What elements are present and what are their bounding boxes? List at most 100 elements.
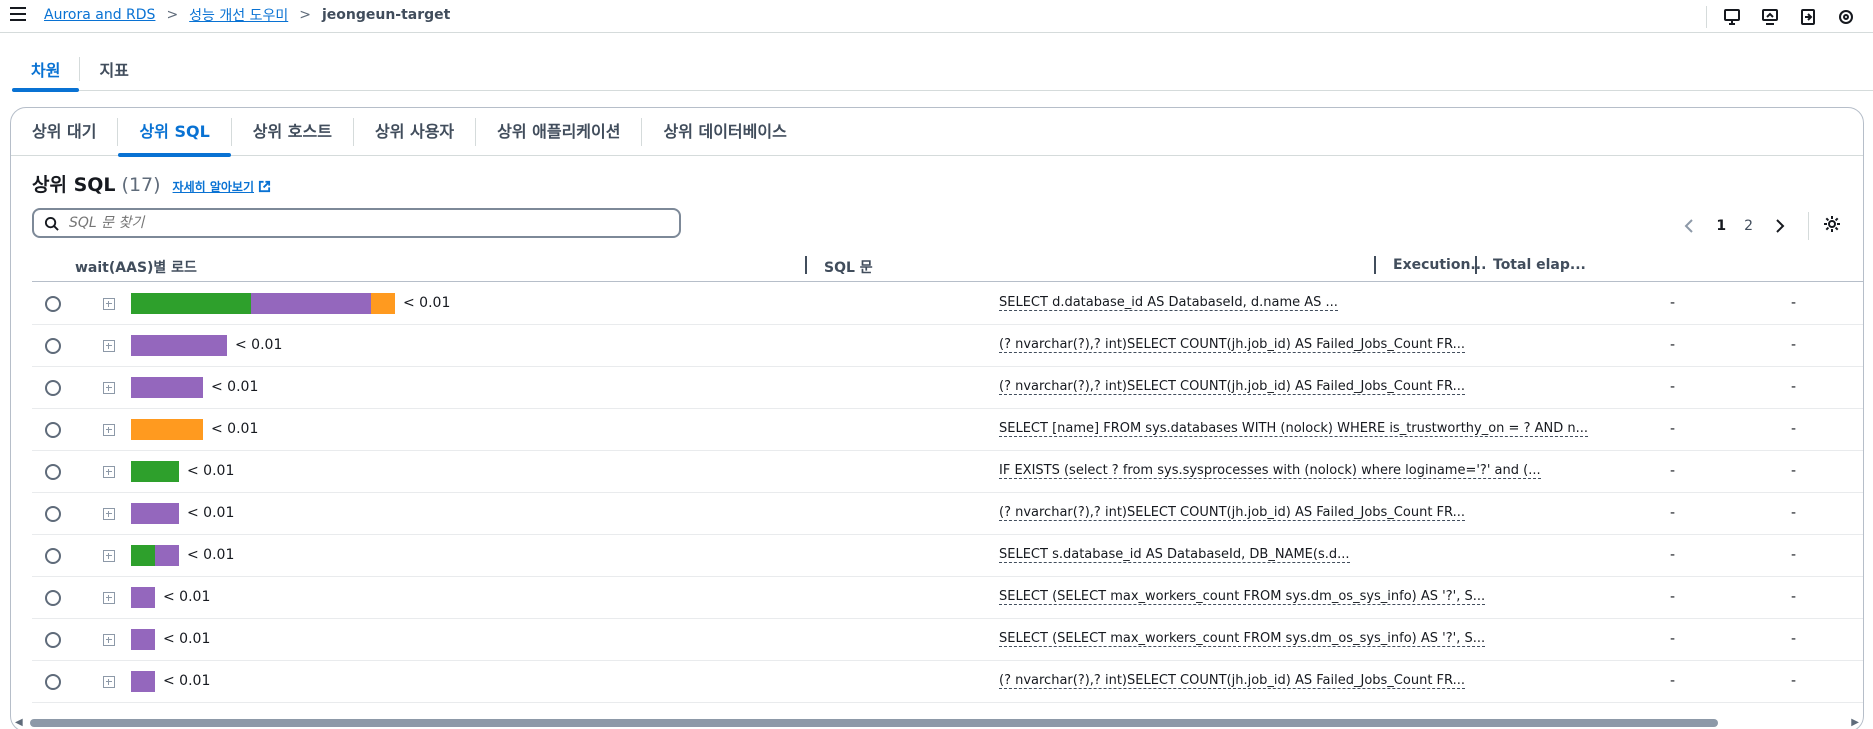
tab-dimensions[interactable]: 차원 xyxy=(12,47,80,92)
row-select-radio[interactable] xyxy=(45,590,61,606)
scroll-right-icon[interactable]: ▶ xyxy=(1851,717,1859,728)
tab-top-databases[interactable]: 상위 데이터베이스 xyxy=(642,108,807,156)
table-row[interactable]: < 0.01 (? nvarchar(?),? int)SELECT COUNT(… xyxy=(32,493,1863,535)
row-select-radio[interactable] xyxy=(45,632,61,648)
load-bar-segment xyxy=(131,293,251,314)
column-header-execution[interactable]: Execution... xyxy=(1393,257,1486,273)
load-bar xyxy=(131,419,203,440)
row-select-radio[interactable] xyxy=(45,422,61,438)
expand-icon[interactable] xyxy=(103,676,115,688)
export-icon[interactable] xyxy=(1797,6,1819,28)
page-2-button[interactable]: 2 xyxy=(1744,218,1753,234)
horizontal-scrollbar[interactable]: ◀ ▶ xyxy=(11,715,1863,729)
learn-more-link[interactable]: 자세히 알아보기 xyxy=(173,178,271,195)
expand-icon[interactable] xyxy=(103,424,115,436)
execution-value: - xyxy=(1670,463,1676,479)
monitor-icon[interactable] xyxy=(1721,6,1743,28)
table-row[interactable]: < 0.01 (? nvarchar(?),? int)SELECT COUNT(… xyxy=(32,367,1863,409)
scroll-left-icon[interactable]: ◀ xyxy=(15,717,23,728)
breadcrumb-aurora-rds-link[interactable]: Aurora and RDS xyxy=(44,7,155,23)
sql-statement-link[interactable]: SELECT (SELECT max_workers_count FROM sy… xyxy=(999,631,1486,647)
tab-top-sql[interactable]: 상위 SQL xyxy=(118,108,232,157)
panel-title: 상위 SQL xyxy=(32,174,116,196)
menu-icon[interactable] xyxy=(10,7,26,21)
expand-icon[interactable] xyxy=(103,340,115,352)
table-row[interactable]: < 0.01 SELECT [name] FROM sys.databases W… xyxy=(32,409,1863,451)
chevron-right-icon: > xyxy=(166,7,179,23)
tab-top-users[interactable]: 상위 사용자 xyxy=(354,108,475,156)
execution-value: - xyxy=(1670,295,1676,311)
sql-statement-link[interactable]: SELECT (SELECT max_workers_count FROM sy… xyxy=(999,589,1486,605)
screen-icon[interactable] xyxy=(1759,6,1781,28)
sql-search-input[interactable] xyxy=(69,215,629,231)
next-page-icon[interactable] xyxy=(1770,216,1790,236)
row-select-radio[interactable] xyxy=(45,464,61,480)
expand-icon[interactable] xyxy=(103,550,115,562)
load-value: < 0.01 xyxy=(211,421,259,437)
load-bar-segment xyxy=(371,293,395,314)
tab-top-applications[interactable]: 상위 애플리케이션 xyxy=(476,108,641,156)
row-select-radio[interactable] xyxy=(45,380,61,396)
expand-icon[interactable] xyxy=(103,466,115,478)
expand-icon[interactable] xyxy=(103,508,115,520)
total-elapsed-value: - xyxy=(1791,379,1797,395)
total-elapsed-value: - xyxy=(1791,589,1797,605)
search-icon xyxy=(44,216,59,231)
total-elapsed-value: - xyxy=(1791,547,1797,563)
sql-search-field[interactable] xyxy=(32,208,681,238)
main-tabs: 차원 지표 xyxy=(12,47,1873,92)
row-select-radio[interactable] xyxy=(45,338,61,354)
gear-icon[interactable] xyxy=(1823,215,1841,237)
load-bar xyxy=(131,671,155,692)
column-header-total-elapsed[interactable]: Total elap... xyxy=(1493,257,1586,273)
row-select-radio[interactable] xyxy=(45,674,61,690)
load-bar xyxy=(131,629,155,650)
table-row[interactable]: < 0.01 (? nvarchar(?),? int)SELECT COUNT(… xyxy=(32,661,1863,703)
table-row[interactable]: < 0.01 SELECT (SELECT max_workers_count F… xyxy=(32,577,1863,619)
sql-statement-link[interactable]: IF EXISTS (select ? from sys.sysprocesse… xyxy=(999,463,1541,479)
row-select-radio[interactable] xyxy=(45,548,61,564)
expand-icon[interactable] xyxy=(103,298,115,310)
sql-statement-link[interactable]: (? nvarchar(?),? int)SELECT COUNT(jh.job… xyxy=(999,337,1465,353)
table-row[interactable]: < 0.01 SELECT s.database_id AS DatabaseId… xyxy=(32,535,1863,577)
load-bar-segment xyxy=(131,629,155,650)
sql-statement-link[interactable]: SELECT d.database_id AS DatabaseId, d.na… xyxy=(999,295,1338,311)
sql-statement-link[interactable]: SELECT s.database_id AS DatabaseId, DB_N… xyxy=(999,547,1350,563)
load-value: < 0.01 xyxy=(187,547,235,563)
row-select-radio[interactable] xyxy=(45,296,61,312)
execution-value: - xyxy=(1670,337,1676,353)
page-1-button[interactable]: 1 xyxy=(1716,218,1726,234)
execution-value: - xyxy=(1670,421,1676,437)
load-bar xyxy=(131,377,203,398)
expand-icon[interactable] xyxy=(103,634,115,646)
previous-page-icon[interactable] xyxy=(1679,216,1699,236)
load-value: < 0.01 xyxy=(187,463,235,479)
load-bar xyxy=(131,335,227,356)
sql-statement-link[interactable]: (? nvarchar(?),? int)SELECT COUNT(jh.job… xyxy=(999,673,1465,689)
pagination: 1 2 xyxy=(1671,212,1841,240)
top-navigation-bar: Aurora and RDS > 성능 개선 도우미 > jeongeun-ta… xyxy=(0,0,1873,33)
total-elapsed-value: - xyxy=(1791,421,1797,437)
tab-metrics[interactable]: 지표 xyxy=(80,47,147,91)
row-select-radio[interactable] xyxy=(45,506,61,522)
scrollbar-thumb[interactable] xyxy=(30,719,1718,727)
column-header-load[interactable]: wait(AAS)별 로드 xyxy=(75,257,197,277)
table-row[interactable]: < 0.01 SELECT (SELECT max_workers_count F… xyxy=(32,619,1863,661)
sql-statement-link[interactable]: (? nvarchar(?),? int)SELECT COUNT(jh.job… xyxy=(999,379,1465,395)
breadcrumb-performance-insights-link[interactable]: 성능 개선 도우미 xyxy=(189,5,288,25)
tab-top-hosts[interactable]: 상위 호스트 xyxy=(232,108,353,156)
settings-icon[interactable] xyxy=(1835,6,1857,28)
load-value: < 0.01 xyxy=(235,337,283,353)
total-elapsed-value: - xyxy=(1791,673,1797,689)
expand-icon[interactable] xyxy=(103,592,115,604)
table-row[interactable]: < 0.01 IF EXISTS (select ? from sys.syspr… xyxy=(32,451,1863,493)
sql-statement-link[interactable]: (? nvarchar(?),? int)SELECT COUNT(jh.job… xyxy=(999,505,1465,521)
table-row[interactable]: < 0.01 SELECT d.database_id AS DatabaseId… xyxy=(32,283,1863,325)
total-elapsed-value: - xyxy=(1791,631,1797,647)
load-value: < 0.01 xyxy=(163,673,211,689)
tab-top-waits[interactable]: 상위 대기 xyxy=(11,108,117,156)
table-row[interactable]: < 0.01 (? nvarchar(?),? int)SELECT COUNT(… xyxy=(32,325,1863,367)
expand-icon[interactable] xyxy=(103,382,115,394)
column-header-sql[interactable]: SQL 문 xyxy=(824,257,873,277)
sql-statement-link[interactable]: SELECT [name] FROM sys.databases WITH (n… xyxy=(999,421,1588,437)
